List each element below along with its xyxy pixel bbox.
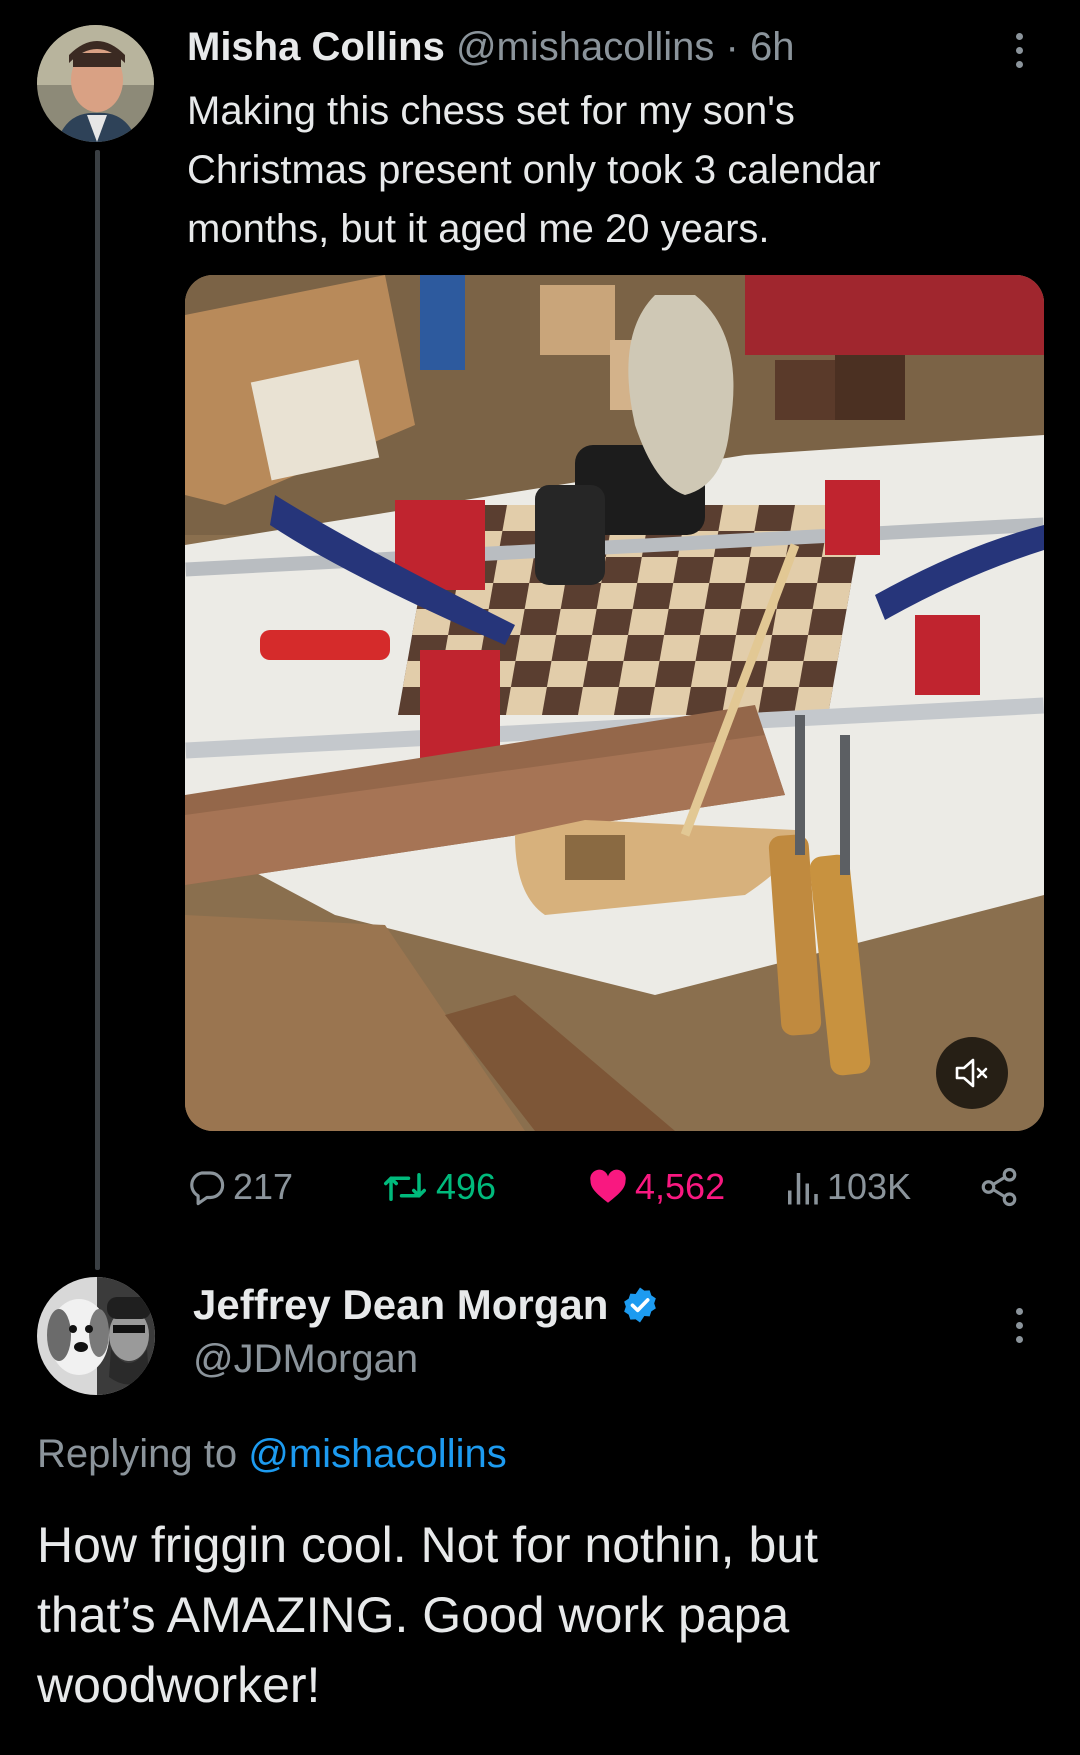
- heart-icon: [590, 1169, 626, 1203]
- author-avatar[interactable]: [37, 25, 154, 142]
- author-name[interactable]: Misha Collins: [187, 25, 445, 69]
- thread-connector-line: [95, 150, 100, 1270]
- like-button[interactable]: 4,562: [587, 1166, 725, 1208]
- retweet-icon: [384, 1173, 426, 1201]
- tweet-text: Making this chess set for my son's Chris…: [187, 82, 1037, 259]
- retweet-count: 496: [436, 1166, 497, 1207]
- reply-text-line: that’s AMAZING. Good work papa: [37, 1587, 790, 1643]
- replying-to-label: Replying to: [37, 1432, 238, 1476]
- reply-header: Jeffrey Dean Morgan: [193, 1278, 660, 1332]
- tweet-text-line: Christmas present only took 3 calendar: [187, 148, 881, 192]
- tweet-more-options-icon[interactable]: [1014, 33, 1024, 68]
- verified-badge-icon: [624, 1287, 657, 1323]
- share-button[interactable]: [978, 1166, 1020, 1208]
- unmute-button[interactable]: [936, 1037, 1008, 1109]
- tweet-header: Misha Collins @mishacollins · 6h: [187, 22, 794, 72]
- tweet-action-bar: 217 496 4,562 103K: [185, 1162, 1020, 1214]
- reply-text-line: How friggin cool. Not for nothin, but: [37, 1517, 818, 1573]
- reply-button[interactable]: 217: [185, 1166, 293, 1208]
- author-handle[interactable]: @mishacollins: [456, 25, 714, 69]
- views-bar-chart-icon: [788, 1173, 818, 1205]
- reply-author-handle[interactable]: @JDMorgan: [193, 1334, 418, 1384]
- views-button[interactable]: 103K: [783, 1166, 911, 1208]
- reply-more-options-icon[interactable]: [1014, 1308, 1024, 1343]
- reply-text-line: woodworker!: [37, 1657, 321, 1713]
- tweet-text-line: months, but it aged me 20 years.: [187, 207, 770, 251]
- reply-author-avatar[interactable]: [37, 1277, 155, 1395]
- video-frame-illustration: [185, 275, 1044, 1131]
- replying-to-line: Replying to @mishacollins: [37, 1428, 507, 1480]
- reply-count: 217: [233, 1166, 294, 1207]
- reply-author-name[interactable]: Jeffrey Dean Morgan: [193, 1278, 608, 1332]
- reply-icon: [190, 1171, 225, 1206]
- speaker-muted-icon: [955, 1058, 988, 1088]
- retweet-button[interactable]: 496: [380, 1166, 496, 1208]
- reply-text: How friggin cool. Not for nothin, but th…: [37, 1510, 1047, 1720]
- tweet-text-line: Making this chess set for my son's: [187, 89, 795, 133]
- tweet-timestamp[interactable]: 6h: [750, 25, 795, 69]
- share-icon: [981, 1167, 1017, 1207]
- replying-to-mention[interactable]: @mishacollins: [248, 1432, 506, 1476]
- tweet-video[interactable]: [185, 275, 1044, 1131]
- header-separator: ·: [725, 25, 739, 69]
- like-count: 4,562: [635, 1166, 726, 1207]
- view-count: 103K: [827, 1166, 912, 1207]
